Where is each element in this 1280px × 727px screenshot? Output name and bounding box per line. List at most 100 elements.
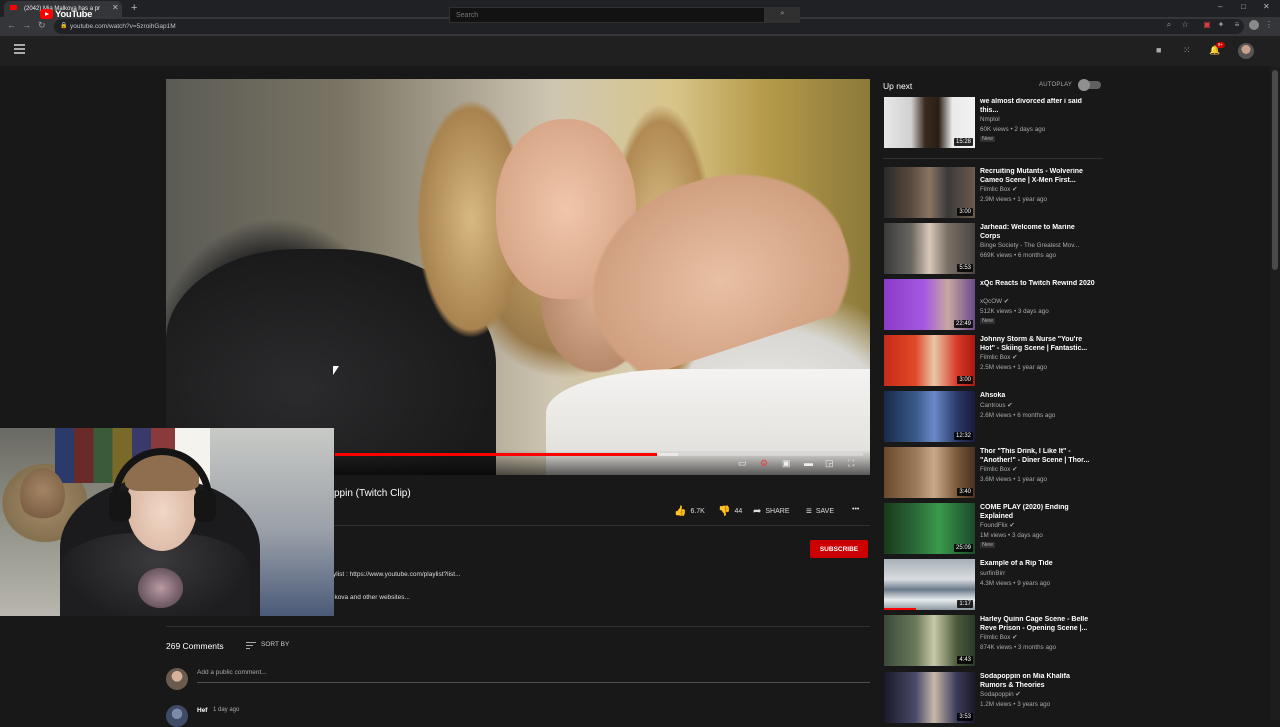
channel-name[interactable]: Filmlic Box ✔	[980, 466, 1095, 473]
video-thumbnail[interactable]: 22:49	[884, 279, 975, 330]
reload-icon[interactable]: ↻	[38, 20, 46, 31]
miniplayer-icon[interactable]: ▣	[782, 458, 791, 469]
tab-close-icon[interactable]: ✕	[112, 3, 119, 12]
recommended-video[interactable]: 3:00 Johnny Storm & Nurse "You're Hot" - …	[884, 335, 1104, 387]
video-meta: 60K views • 2 days ago	[980, 126, 1046, 133]
video-title[interactable]: Jarhead: Welcome to Marine Corps	[980, 224, 1095, 241]
channel-name[interactable]: FoundFlix ✔	[980, 522, 1095, 529]
comment-author-avatar[interactable]	[166, 705, 188, 727]
new-tab-icon[interactable]: +	[131, 2, 137, 14]
video-thumbnail[interactable]: 15:28	[884, 97, 975, 148]
recommended-video[interactable]: 25:09 COME PLAY (2020) Ending Explained Fo…	[884, 503, 1104, 555]
minimize-icon[interactable]: –	[1218, 2, 1222, 11]
recommended-video[interactable]: 22:49 xQc Reacts to Twitch Rewind 2020 xQc…	[884, 279, 1104, 331]
apps-grid-icon[interactable]: ⁙	[1183, 45, 1191, 56]
like-button[interactable]: 👍 6.7K	[674, 506, 705, 517]
browser-menu-icon[interactable]: ⋮	[1264, 20, 1274, 30]
video-thumbnail[interactable]: 3:53	[884, 672, 975, 723]
subtitles-icon[interactable]: ▭	[738, 458, 747, 469]
webcam-plush-bear	[20, 468, 65, 523]
fullscreen-icon[interactable]: ⛶	[848, 458, 854, 469]
maximize-icon[interactable]: □	[1241, 2, 1246, 11]
channel-name[interactable]: xQcOW ✔	[980, 298, 1095, 305]
webcam-overlay	[0, 428, 334, 616]
headset-earcup	[194, 490, 216, 522]
scrollbar-thumb[interactable]	[1272, 70, 1278, 270]
video-title[interactable]: Johnny Storm & Nurse "You're Hot" - Skii…	[980, 336, 1095, 353]
video-title[interactable]: Harley Quinn Cage Scene - Belle Reve Pri…	[980, 616, 1095, 633]
video-title[interactable]: Sodapoppin on Mia Khalifa Rumors & Theor…	[980, 673, 1095, 690]
video-title[interactable]: Example of a Rip Tide	[980, 560, 1095, 569]
search-button[interactable]: ⌕	[765, 7, 800, 23]
save-button[interactable]: ≡ SAVE	[806, 506, 834, 517]
account-avatar[interactable]	[1238, 43, 1254, 59]
recommended-video[interactable]: 3:53 Sodapoppin on Mia Khalifa Rumors & T…	[884, 672, 1104, 724]
video-progress-bar[interactable]	[335, 453, 863, 456]
cast-icon[interactable]: ◲	[825, 458, 834, 469]
extension-puzzle-icon[interactable]: ✦	[1216, 20, 1226, 30]
youtube-logo-text[interactable]: YouTube	[55, 9, 92, 20]
comment-date[interactable]: 1 day ago	[213, 707, 239, 713]
video-thumbnail[interactable]: 3:00	[884, 167, 975, 218]
add-comment-input[interactable]: Add a public comment...	[197, 669, 267, 676]
share-button[interactable]: ➦ SHARE	[753, 506, 790, 517]
window-close-icon[interactable]: ✕	[1263, 2, 1270, 11]
settings-gear-icon[interactable]: ⚙	[760, 458, 768, 469]
video-title[interactable]: xQc Reacts to Twitch Rewind 2020	[980, 280, 1095, 289]
video-duration: 15:28	[953, 138, 973, 146]
channel-name[interactable]: surfinBirr	[980, 570, 1095, 577]
video-thumbnail[interactable]: 5:53	[884, 223, 975, 274]
video-thumbnail[interactable]: 3:40	[884, 447, 975, 498]
video-thumbnail[interactable]: 4:43	[884, 615, 975, 666]
search-input[interactable]: Search	[449, 7, 765, 23]
autoplay-toggle-knob[interactable]	[1078, 79, 1090, 91]
recommended-video[interactable]: 12:32 Ahsoka Cantrous ✔ 2.6M views • 6 mont…	[884, 391, 1104, 443]
recommended-video[interactable]: 4:43 Harley Quinn Cage Scene - Belle Reve…	[884, 615, 1104, 667]
video-title[interactable]: Ahsoka	[980, 392, 1095, 401]
recommended-video[interactable]: 15:28 we almost divorced after i said thi…	[884, 97, 1104, 149]
video-thumbnail[interactable]: 1:17	[884, 559, 975, 610]
recommended-video[interactable]: 5:53 Jarhead: Welcome to Marine Corps Bing…	[884, 223, 1104, 275]
playlist-icon[interactable]: ≡	[1232, 20, 1242, 30]
channel-name[interactable]: Binge Society - The Greatest Mov...	[980, 242, 1095, 249]
subscribe-button[interactable]: SUBSCRIBE	[810, 540, 868, 558]
zoom-icon[interactable]: ⌕	[1164, 20, 1174, 30]
video-thumbnail[interactable]: 3:00	[884, 335, 975, 386]
hamburger-menu-icon[interactable]	[14, 44, 25, 54]
channel-name[interactable]: Sodapoppin ✔	[980, 691, 1095, 698]
video-player[interactable]	[166, 79, 870, 475]
play-triangle-icon	[45, 11, 49, 16]
video-thumbnail[interactable]: 25:09	[884, 503, 975, 554]
recommended-video[interactable]: 3:40 Thor "This Drink, I Like It" - "Anot…	[884, 447, 1104, 499]
video-meta: 2.9M views • 1 year ago	[980, 196, 1047, 203]
recommended-video[interactable]: 3:00 Recruiting Mutants - Wolverine Cameo…	[884, 167, 1104, 219]
theater-mode-icon[interactable]: ▬	[804, 458, 813, 468]
channel-name[interactable]: Filmlic Box ✔	[980, 186, 1095, 193]
youtube-header	[0, 36, 1280, 66]
channel-name[interactable]: Filmlic Box ✔	[980, 354, 1095, 361]
dislike-button[interactable]: 👎 44	[718, 506, 742, 517]
lock-icon[interactable]: 🔒	[60, 22, 67, 29]
back-icon[interactable]: ←	[7, 20, 16, 30]
profile-avatar-icon[interactable]	[1249, 20, 1259, 30]
video-title[interactable]: we almost divorced after i said this...	[980, 98, 1095, 115]
comment-author[interactable]: Hef	[197, 707, 207, 714]
extension-icon[interactable]: ▣	[1202, 20, 1212, 30]
channel-name[interactable]: Nmplol	[980, 116, 1095, 123]
forward-icon[interactable]: →	[22, 20, 31, 30]
video-title[interactable]: COME PLAY (2020) Ending Explained	[980, 504, 1095, 521]
bookmark-star-icon[interactable]: ☆	[1180, 20, 1190, 30]
video-title[interactable]: Recruiting Mutants - Wolverine Cameo Sce…	[980, 168, 1095, 185]
sort-by-button[interactable]: SORT BY	[261, 641, 289, 648]
video-thumbnail[interactable]: 12:32	[884, 391, 975, 442]
create-video-icon[interactable]: ■	[1156, 45, 1161, 55]
sort-icon[interactable]	[246, 642, 256, 651]
channel-name[interactable]: Filmlic Box ✔	[980, 634, 1095, 641]
more-actions-button[interactable]: •••	[852, 506, 859, 513]
channel-name[interactable]: Cantrous ✔	[980, 402, 1095, 409]
video-duration: 25:09	[953, 544, 973, 552]
recommended-video[interactable]: 1:17 Example of a Rip Tide surfinBirr 4.3M …	[884, 559, 1104, 611]
video-title[interactable]: Thor "This Drink, I Like It" - "Another!…	[980, 448, 1095, 465]
share-label: SHARE	[765, 508, 790, 515]
up-next-heading: Up next	[883, 81, 913, 91]
